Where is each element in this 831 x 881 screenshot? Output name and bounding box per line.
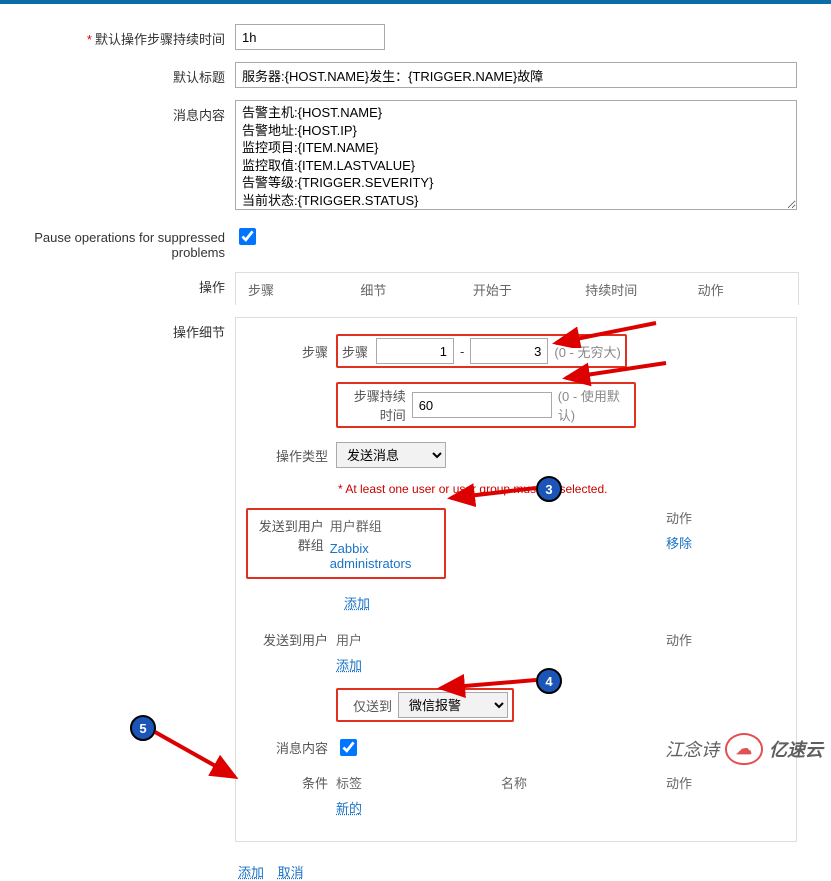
send-only-to-select[interactable]: 微信报警 (398, 692, 508, 718)
cond-col-name: 名称 (501, 773, 660, 792)
watermark-author: 江念诗 (665, 736, 719, 762)
ops-col-details: 细节 (348, 280, 460, 299)
groups-col-header: 用户群组 (330, 516, 438, 535)
step-duration-hint: (0 - 使用默认) (558, 386, 630, 424)
watermark: 江念诗 ☁ 亿速云 (665, 733, 823, 765)
label-operation-type: 操作类型 (246, 446, 336, 465)
step-duration-input[interactable] (412, 392, 552, 418)
badge-5: 5 (130, 715, 156, 741)
badge-3: 3 (536, 476, 562, 502)
operation-type-select[interactable]: 发送消息 (336, 442, 446, 468)
footer-cancel-link[interactable]: 取消 (278, 865, 304, 880)
label-send-to-groups: 发送到用户群组 (254, 516, 330, 571)
msg-content-checkbox[interactable] (340, 739, 357, 756)
steps-range-highlight: 步骤 - (0 - 无穷大) (336, 334, 627, 368)
pause-suppressed-checkbox[interactable] (239, 228, 256, 245)
group-add-link[interactable]: 添加 (344, 596, 370, 611)
ops-col-duration: 持续时间 (573, 280, 685, 299)
send-only-to-highlight: 仅送到 微信报警 (336, 688, 514, 722)
label-operations: 操作 (0, 272, 235, 296)
ops-col-start: 开始于 (461, 280, 573, 299)
operations-table-header: 步骤 细节 开始于 持续时间 动作 (235, 272, 799, 305)
default-step-duration-input[interactable] (235, 24, 385, 50)
label-default-title: 默认标题 (0, 62, 235, 86)
label-default-step-duration: *默认操作步骤持续时间 (0, 24, 235, 48)
user-add-link[interactable]: 添加 (336, 658, 362, 673)
step-range-hint: (0 - 无穷大) (554, 342, 620, 361)
step-to-input[interactable] (470, 338, 548, 364)
step-from-input[interactable] (376, 338, 454, 364)
default-title-input[interactable] (235, 62, 797, 88)
groups-action-header: 动作 (666, 508, 786, 527)
cloud-logo-icon: ☁ (725, 733, 763, 765)
step-duration-highlight: 步骤持续时间 (0 - 使用默认) (336, 382, 636, 428)
message-content-textarea[interactable]: 告警主机:{HOST.NAME} 告警地址:{HOST.IP} 监控项目:{IT… (235, 100, 797, 210)
cond-col-action: 动作 (666, 773, 786, 792)
send-to-groups-highlight: 发送到用户群组 用户群组 Zabbix administrators (246, 508, 446, 579)
badge-4: 4 (536, 668, 562, 694)
group-row-name: Zabbix administrators (330, 541, 438, 571)
cond-new-link[interactable]: 新的 (336, 801, 362, 816)
group-remove-link[interactable]: 移除 (666, 533, 786, 552)
footer-add-link[interactable]: 添加 (238, 865, 264, 880)
label-message-content: 消息内容 (0, 100, 235, 124)
label-pause-suppressed: Pause operations for suppressed problems (0, 225, 235, 260)
at-least-one-note: * At least one user or user group must b… (338, 482, 786, 496)
ops-col-action: 动作 (686, 280, 798, 299)
label-msg-content-cb: 消息内容 (246, 738, 336, 757)
label-steps: 步骤 (246, 342, 336, 361)
users-col-header: 用户 (336, 630, 660, 649)
users-action-header: 动作 (666, 630, 786, 649)
label-operation-details: 操作细节 (0, 317, 235, 341)
cond-col-tag: 标签 (336, 773, 495, 792)
label-send-to-users: 发送到用户 (246, 630, 336, 649)
ops-col-steps: 步骤 (236, 280, 348, 299)
label-conditions: 条件 (246, 773, 336, 792)
label-send-only-to: 仅送到 (342, 696, 392, 715)
watermark-brand: 亿速云 (769, 736, 823, 762)
